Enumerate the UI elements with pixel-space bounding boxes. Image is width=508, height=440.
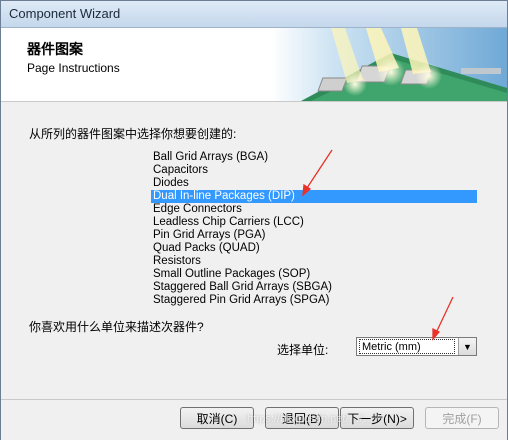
pattern-list-item[interactable]: Pin Grid Arrays (PGA) <box>151 229 477 242</box>
pattern-list-item[interactable]: Edge Connectors <box>151 203 477 216</box>
pattern-list-item[interactable]: Resistors <box>151 255 477 268</box>
window-title: Component Wizard <box>9 6 121 21</box>
dropdown-arrow-icon[interactable]: ▼ <box>458 338 476 355</box>
pattern-list-item[interactable]: Ball Grid Arrays (BGA) <box>151 151 477 164</box>
pattern-list-item[interactable]: Capacitors <box>151 164 477 177</box>
pcb-banner-image <box>271 28 507 101</box>
wizard-footer: 取消(C) 退回(B) 下一步(N)> 完成(F) https://blog.c… <box>1 399 507 440</box>
pattern-list-item[interactable]: Staggered Ball Grid Arrays (SBGA) <box>151 281 477 294</box>
page-title: 器件图案 <box>27 41 83 57</box>
pattern-list-item[interactable]: Staggered Pin Grid Arrays (SPGA) <box>151 294 477 307</box>
unit-label: 选择单位: <box>277 343 329 357</box>
pattern-list-item[interactable]: Small Outline Packages (SOP) <box>151 268 477 281</box>
finish-button[interactable]: 完成(F) <box>425 407 499 429</box>
unit-dropdown[interactable]: Metric (mm) ▼ <box>356 337 477 356</box>
cancel-button[interactable]: 取消(C) <box>180 407 254 429</box>
pattern-list-item[interactable]: Dual In-line Packages (DIP) <box>151 190 477 203</box>
wizard-content: 从所列的器件图案中选择你想要创建的: Ball Grid Arrays (BGA… <box>1 102 507 399</box>
pattern-list-item[interactable]: Diodes <box>151 177 477 190</box>
wizard-header: 器件图案 Page Instructions <box>1 28 507 102</box>
units-prompt: 你喜欢用什么单位来描述次器件? <box>29 320 204 334</box>
title-bar: Component Wizard <box>1 1 507 28</box>
pattern-list-item[interactable]: Quad Packs (QUAD) <box>151 242 477 255</box>
pattern-list[interactable]: Ball Grid Arrays (BGA) Capacitors Diodes Du… <box>151 151 477 307</box>
component-wizard-window: Component Wizard 器件图案 Page Instructions <box>0 0 508 440</box>
watermark: https://blog.csdn.net/…/…7 <box>247 413 380 425</box>
pattern-prompt: 从所列的器件图案中选择你想要创建的: <box>29 127 237 141</box>
pattern-list-item[interactable]: Leadless Chip Carriers (LCC) <box>151 216 477 229</box>
unit-dropdown-value: Metric (mm) <box>359 339 455 354</box>
page-subtitle: Page Instructions <box>27 61 120 75</box>
